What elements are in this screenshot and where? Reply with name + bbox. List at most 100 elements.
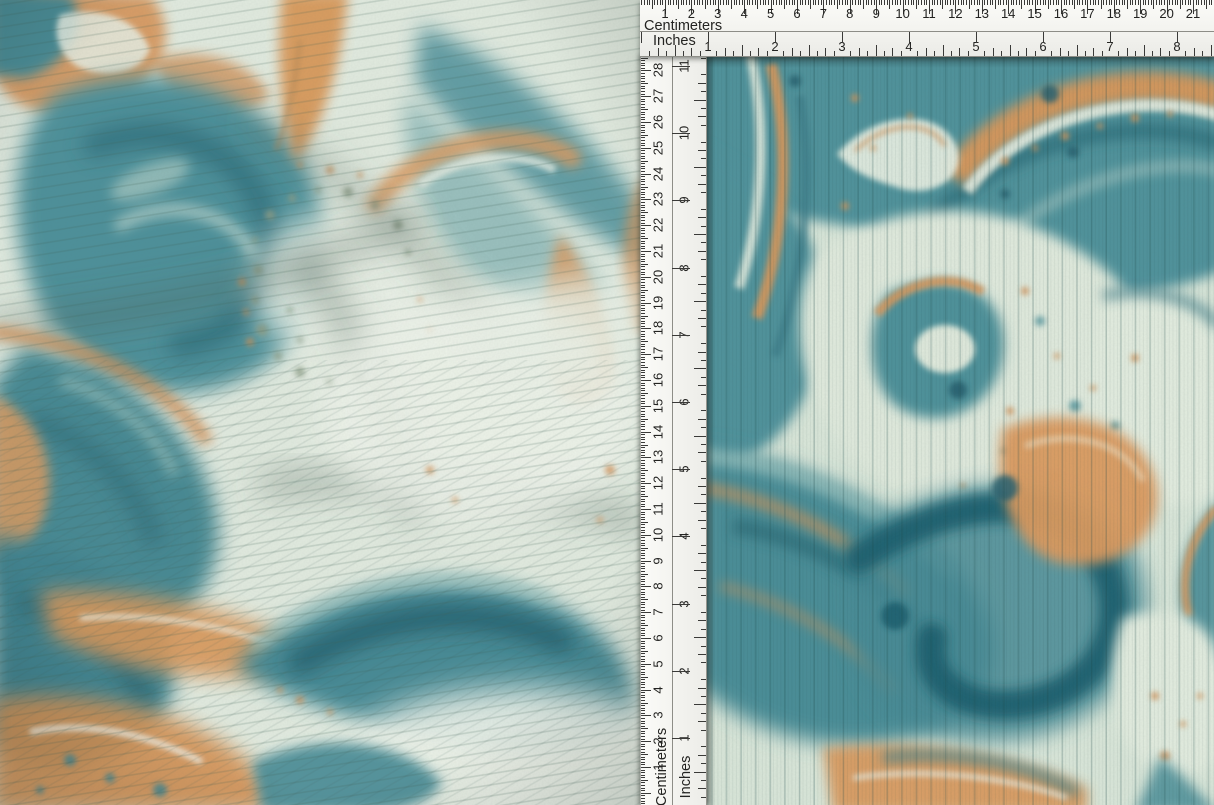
ruler-tick [641,99,645,100]
ruler-tick [1116,0,1117,5]
ruler-tick [773,0,774,5]
ruler-tick [867,51,868,57]
ruler-tick [641,192,645,193]
ruler-tick [850,51,851,57]
ruler-tick [1127,0,1128,9]
ruler-tick [641,331,645,332]
ruler-tick [984,0,985,5]
ruler-number: 17 [652,347,665,361]
ruler-tick [742,45,743,56]
ruler-tick [658,48,659,56]
ruler-tick [641,450,645,451]
ruler-tick [909,32,910,43]
ruler-tick [641,741,651,742]
ruler-tick [672,536,690,537]
ruler-tick [644,0,645,5]
ruler-tick [924,0,925,5]
ruler-tick [641,803,645,804]
flat-fabric-swatch [705,56,1214,805]
ruler-tick [641,148,651,149]
ruler-tick [641,697,645,698]
ruler-tick [641,243,645,244]
ruler-tick [1148,0,1149,5]
ruler-tick [641,132,645,133]
ruler-tick [845,0,846,5]
ruler-tick [641,561,651,562]
ruler-tick [641,114,645,115]
ruler-tick [641,749,645,750]
ruler-tick [641,365,645,366]
ruler-tick [701,74,707,75]
ruler-number: 15 [1027,7,1041,20]
ruler-tick [701,629,707,630]
ruler-tick [794,0,795,5]
ruler-number: 9 [652,557,665,564]
ruler-tick [641,488,645,489]
ruler-tick [879,0,880,5]
ruler-number: 15 [652,399,665,413]
ruler-tick [641,233,645,234]
ruler-tick [641,261,645,262]
ruler-tick [641,553,645,554]
ruler-tick [641,739,645,740]
ruler-tick [932,0,933,5]
ruler-tick [950,0,951,5]
ruler-tick [641,287,645,288]
ruler-tick [1040,0,1041,5]
ruler-tick [736,0,737,5]
ruler-number: 22 [652,218,665,232]
ruler-tick [641,592,645,593]
ruler-tick [1180,0,1181,9]
ruler-tick [839,0,840,5]
ruler-tick [701,293,707,294]
ruler-tick [672,402,690,403]
ruler-tick [641,81,645,82]
ruler-tick [1068,51,1069,57]
ruler-tick [1122,0,1123,5]
ruler-tick [641,790,645,791]
ruler-tick [733,51,734,57]
ruler-tick [701,646,707,647]
ruler-tick [905,0,906,5]
ruler-tick [641,354,651,355]
ruler-tick [829,0,830,5]
ruler-tick [641,579,645,580]
ruler-tick [641,96,651,97]
ruler-tick [641,305,645,306]
ruler-tick [641,718,645,719]
ruler-tick [871,0,872,5]
ruler-tick [1172,0,1173,5]
ruler-tick [1145,0,1146,5]
ruler-tick [641,687,645,688]
ruler-tick [641,496,648,497]
ruler-tick [641,617,645,618]
ruler-tick [641,777,645,778]
ruler-tick [701,108,707,109]
ruler-tick [698,520,706,521]
ruler-tick [953,0,954,5]
ruler-tick [641,161,648,162]
ruler-tick [1064,0,1065,5]
ruler-tick [641,432,651,433]
ruler-tick [1143,0,1144,5]
ruler-tick [1032,0,1033,5]
ruler-tick [966,0,967,5]
ruler-number: 5 [652,660,665,667]
ruler-tick [641,212,648,213]
ruler-tick [641,728,648,729]
ruler-tick [969,0,970,9]
ruler-tick [809,45,810,56]
ruler-tick [641,143,645,144]
ruler-tick [641,543,645,544]
ruler-tick [686,0,687,5]
ruler-tick [641,767,651,768]
ruler-tick [641,568,645,569]
ruler-tick [1190,0,1191,5]
ruler-tick [728,0,729,5]
ruler-tick [852,0,853,5]
ruler-tick [641,635,645,636]
ruler-number: 16 [1054,7,1068,20]
ruler-tick [701,478,707,479]
ruler-tick [701,612,707,613]
ruler-tick [641,202,645,203]
